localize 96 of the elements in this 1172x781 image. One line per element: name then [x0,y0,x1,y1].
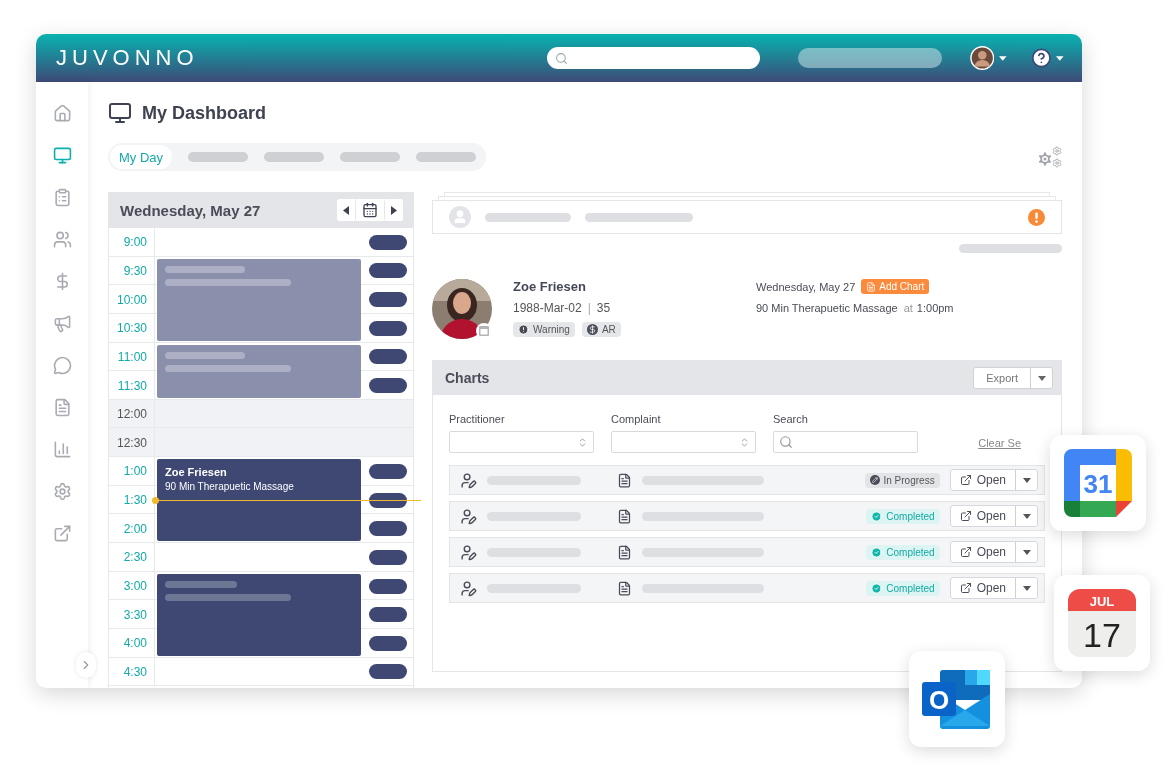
tag: AR [581,322,621,337]
calendar-app-icon: JUL 17 [1068,589,1136,657]
pencil-icon [869,475,880,485]
alert-icon [518,324,529,335]
dropdown-button[interactable] [1015,578,1037,598]
dollar-icon [586,324,598,335]
caret-icon [1022,585,1031,591]
next-button[interactable] [384,199,403,221]
document-icon [617,472,632,488]
dropdown-button[interactable] [1015,470,1037,490]
dropdown-button[interactable] [1015,506,1037,526]
settings-icon[interactable] [1036,146,1062,168]
status-badge: In Progress [864,472,940,488]
page-title: My Dashboard [142,102,267,124]
client-name: Zoe Friesen [165,466,228,479]
appointment-block[interactable]: Zoe Friesen 90 Min Therapuetic Massage [157,459,361,542]
search-field[interactable] [546,47,761,69]
filter-label: Search [773,413,809,425]
time-label: 10:00 [109,285,155,314]
filter-label: Complaint [611,413,662,425]
placeholder-bar [165,580,237,588]
time-label: 9:00 [109,228,155,257]
time-label: 4:30 [109,657,155,687]
external-link-icon [959,510,972,522]
status-badge: Completed [866,508,940,524]
slot-button[interactable] [369,263,407,279]
slot-button[interactable] [369,521,407,537]
up-down-icon [577,436,588,448]
select-field[interactable] [611,431,756,453]
caret-icon [1022,477,1031,483]
monitor-icon [108,101,132,125]
status-badge: Completed [866,544,940,560]
status-badge: Completed [866,580,940,596]
user-edit-icon [460,507,477,525]
patient-name: Zoe Friesen [513,279,587,294]
triangle-left-icon [343,205,349,215]
time-label: 10:30 [109,313,155,343]
up-down-icon [739,436,750,448]
separator: | [587,301,591,315]
slot-button[interactable] [369,292,407,308]
check-icon [871,510,883,522]
check-icon [871,546,883,558]
time-label: 2:30 [109,543,155,572]
caret-icon [1022,513,1031,519]
user-icon [449,206,471,228]
document-icon [617,580,632,596]
clear-link[interactable]: Clear Se [978,437,1021,453]
help-icon[interactable] [1030,47,1052,69]
connector-text: at [903,302,913,314]
alert-icon [1028,208,1045,226]
user-edit-icon [460,579,477,597]
user-edit-icon [460,543,477,561]
user-edit-icon [460,471,477,489]
external-link-icon [959,582,972,594]
triangle-right-icon [391,205,397,215]
appointment-date: Wednesday, May 27 [756,280,856,293]
calendar-date: Wednesday, May 27 [120,201,261,219]
panel-title: Charts [445,370,490,386]
caret-icon[interactable] [999,55,1007,61]
search-field[interactable] [773,431,918,453]
caret-icon [1037,375,1046,381]
check-icon [871,582,883,594]
dropdown-button[interactable] [1015,542,1037,562]
chart-row[interactable]: In Progress Open [449,465,1045,495]
logo[interactable]: JUVONNO [56,45,199,71]
external-link-icon [959,546,972,558]
service-name: 90 Min Therapuetic Massage [756,302,898,314]
caret-icon [1022,549,1031,555]
time-label: 11:30 [109,371,155,400]
document-icon [617,544,632,560]
avatar[interactable] [969,45,995,71]
age: 35 [596,301,611,315]
filter-label: Practitioner [449,413,506,425]
chart-row[interactable]: Completed Open [449,501,1045,531]
service-name: 90 Min Therapuetic Massage [165,481,295,493]
slot-button[interactable] [369,349,407,365]
slot-button[interactable] [369,607,407,623]
chart-row[interactable]: Completed Open [449,537,1045,567]
calendar-icon [362,202,378,218]
time-label: 1:00 [109,457,155,486]
birth-date: 1988-Mar-02 [513,301,582,315]
slot-button[interactable] [369,378,407,393]
search-icon [554,51,568,65]
caret-icon[interactable] [1056,55,1064,61]
tag: Warning [513,322,575,337]
select-field[interactable] [449,431,594,453]
slot-button[interactable] [369,664,407,680]
chart-row[interactable]: Completed Open [449,573,1045,603]
time-label: 3:30 [109,600,155,629]
appointment-time: 1:00pm [916,302,954,314]
search-icon [779,435,793,449]
dropdown-button[interactable] [1030,368,1052,388]
external-link-icon [959,474,972,486]
document-icon [617,508,632,524]
time-label: 4:00 [109,628,155,658]
document-icon [866,281,877,292]
